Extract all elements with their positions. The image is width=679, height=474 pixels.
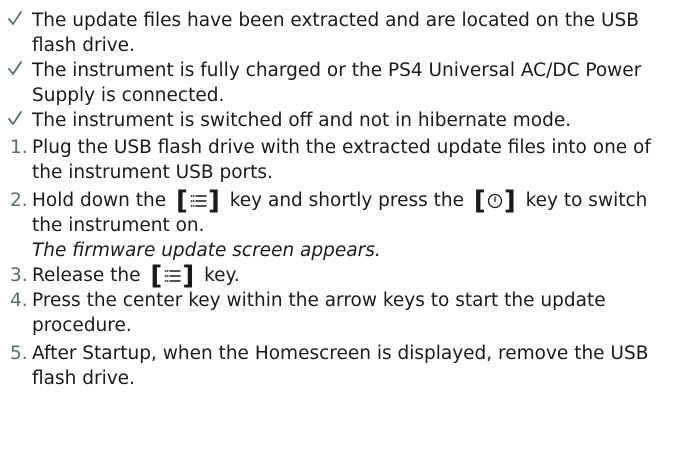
menu-key: [] — [150, 261, 195, 291]
prerequisite-item: The instrument is switched off and not i… — [2, 108, 671, 135]
key-close-bracket: ] — [182, 261, 195, 291]
key-open-bracket: [ — [176, 186, 188, 216]
prerequisite-marker — [2, 8, 32, 35]
step-text: Press the center key within the arrow ke… — [32, 290, 606, 336]
step-text: Plug the USB flash drive with the extrac… — [32, 137, 651, 183]
step-result: The firmware update screen appears. — [32, 240, 381, 261]
step-number: 2. — [2, 188, 32, 213]
checkmark-icon — [8, 108, 22, 128]
menu-key-icon — [189, 190, 207, 212]
prerequisite-item: The update files have been extracted and… — [2, 8, 671, 58]
menu-key-icon — [163, 265, 182, 287]
step-text: Release the [] key. — [32, 261, 671, 291]
checkmark-icon — [8, 58, 22, 78]
prerequisite-item: The instrument is fully charged or the P… — [2, 58, 671, 108]
step-number-label: 1. — [10, 137, 28, 158]
step-item: 4. Press the center key within the arrow… — [2, 288, 671, 338]
step-item: 3. Release the [] key. — [2, 261, 671, 291]
step-text: After Startup, when the Homescreen is di… — [32, 343, 649, 389]
step-number: 4. — [2, 288, 32, 313]
prerequisite-text: The instrument is switched off and not i… — [32, 110, 572, 131]
key-close-bracket: ] — [503, 186, 516, 216]
key-close-bracket: ] — [207, 186, 220, 216]
prerequisite-text: The update files have been extracted and… — [32, 10, 639, 56]
step-number-label: 5. — [10, 343, 28, 364]
step-text-middle: key and shortly press the — [229, 190, 465, 211]
step-number: 5. — [2, 341, 32, 366]
step-number-label: 2. — [10, 190, 28, 211]
menu-key: [] — [176, 186, 220, 216]
step-text: Hold down the [] key and shortly press t… — [32, 188, 671, 263]
power-key-icon — [487, 190, 503, 212]
step-item: 5. After Startup, when the Homescreen is… — [2, 341, 671, 391]
step-number-label: 3. — [10, 265, 28, 286]
instruction-page: The update files have been extracted and… — [0, 0, 679, 474]
step-item: 1. Plug the USB flash drive with the ext… — [2, 135, 671, 185]
checkmark-icon — [8, 8, 22, 28]
step-item: 2. Hold down the [] key and shortly pres… — [2, 188, 671, 263]
key-open-bracket: [ — [150, 261, 163, 291]
step-text-after: key. — [204, 265, 240, 286]
prerequisite-text: The instrument is fully charged or the P… — [32, 60, 642, 106]
prerequisite-marker — [2, 108, 32, 135]
step-number-label: 4. — [10, 290, 28, 311]
step-text-before: Hold down the — [32, 190, 167, 211]
step-number: 1. — [2, 135, 32, 160]
step-text-before: Release the — [32, 265, 141, 286]
key-open-bracket: [ — [473, 186, 486, 216]
step-number: 3. — [2, 263, 32, 288]
prerequisite-marker — [2, 58, 32, 85]
power-key: [] — [473, 186, 516, 216]
